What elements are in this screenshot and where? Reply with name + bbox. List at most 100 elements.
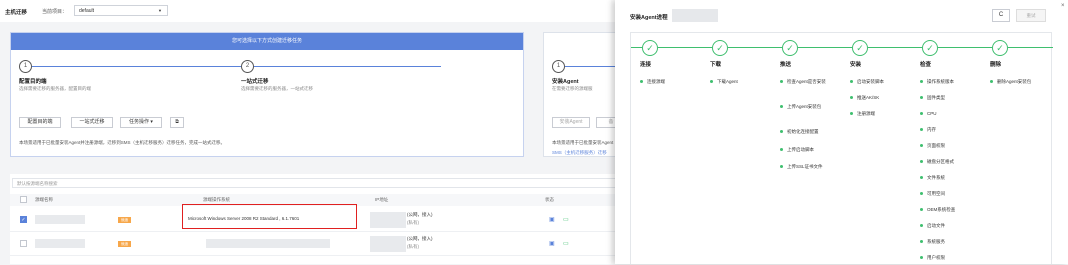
row-checkbox[interactable]: ✓ xyxy=(20,216,27,223)
row-checkbox[interactable] xyxy=(20,240,27,247)
task-ops-button[interactable]: 任务操作 ▾ xyxy=(120,117,162,128)
progress-item: 固件类型 xyxy=(920,93,978,103)
progress-item: CPU xyxy=(920,109,978,119)
ip-address xyxy=(370,236,406,252)
item-label: 用户权限 xyxy=(927,255,945,260)
item-label: 固件类型 xyxy=(927,95,945,100)
item-label: 上传Agent安装包 xyxy=(787,104,822,109)
progress-item: 页面权限 xyxy=(920,141,978,151)
item-label: OEM系统检查 xyxy=(927,207,956,212)
progress-item: OEM系统检查 xyxy=(920,205,978,215)
wizard2-sms-link[interactable]: SMS（主机迁移服务）迁移 xyxy=(552,150,607,156)
progress-item: 连接源端 xyxy=(640,77,698,87)
close-icon[interactable]: × xyxy=(1061,3,1065,9)
migration-wizard-panel: 您可选择以下方式创建迁移任务 1 配置目的端 选择需要迁移的服务器，配置目的端 … xyxy=(10,32,524,157)
project-select[interactable]: default ▼ xyxy=(74,5,168,16)
server-icon[interactable]: ▣ xyxy=(549,240,555,247)
item-label: 上传SSL证书文件 xyxy=(787,164,823,169)
step-line xyxy=(254,66,441,67)
progress-item: 启动文件 xyxy=(920,221,978,231)
ip-type-public: (公网，接入) xyxy=(407,212,433,217)
wizard-banner: 您可选择以下方式创建迁移任务 xyxy=(11,33,523,50)
check-circle-icon: ✓ xyxy=(852,40,868,56)
item-label: 文件系统 xyxy=(927,175,945,180)
progress-line xyxy=(701,47,712,48)
item-label: 连接源端 xyxy=(647,79,665,84)
progress-item: 注册源端 xyxy=(850,109,908,119)
progress-item: 可用空间 xyxy=(920,189,978,199)
monitor-icon[interactable]: ▭ xyxy=(563,240,569,247)
col-ip: IP地址 xyxy=(375,197,389,202)
progress-item: 内存 xyxy=(920,125,978,135)
column-title: 推送 xyxy=(780,62,792,68)
item-label: 检查Agent是否安装 xyxy=(787,79,826,84)
wizard2-desc: 本场景适用于已批量安装Agent xyxy=(552,140,614,145)
step-number: 1 xyxy=(552,60,565,73)
progress-item: 系统服务 xyxy=(920,237,978,247)
item-label: 可用空间 xyxy=(927,191,945,196)
ip-type-public: (公网，接入) xyxy=(407,236,433,241)
progress-line xyxy=(631,47,642,48)
item-label: 启动安装脚本 xyxy=(857,79,884,84)
onestop-migrate-button[interactable]: 一站式迁移 xyxy=(71,117,113,128)
refresh-button[interactable]: C xyxy=(992,9,1010,22)
chevron-down-icon: ▼ xyxy=(158,8,162,13)
wizard-desc: 本场景适用于已批量安装Agent并注册源端，迁移到SMS（主机迁移服务）迁移任务… xyxy=(19,140,226,145)
drawer-title: 安装Agent进程 xyxy=(630,15,668,21)
col-os: 源端操作系统 xyxy=(203,197,230,202)
retry-button[interactable]: 重试 xyxy=(1016,9,1046,22)
step-title: 配置目的端 xyxy=(19,79,47,85)
item-label: 删除Agent安装包 xyxy=(997,79,1032,84)
source-name[interactable] xyxy=(35,239,85,248)
check-circle-icon: ✓ xyxy=(712,40,728,56)
item-label: 注册源端 xyxy=(857,111,875,116)
progress-line xyxy=(658,47,701,48)
item-label: 推送AK/SK xyxy=(857,95,880,100)
step-desc: 选择需要迁移的服务器，一站式迁移 xyxy=(241,86,313,91)
progress-item: 启动安装脚本 xyxy=(850,77,908,87)
status-badge: 就绪 xyxy=(118,241,131,247)
column-title: 连接 xyxy=(640,62,652,68)
ip-address xyxy=(370,212,406,228)
step-title: 一站式迁移 xyxy=(241,79,269,85)
progress-line xyxy=(938,47,981,48)
progress-item: 下载Agent xyxy=(710,77,768,87)
progress-line xyxy=(1008,47,1053,48)
progress-item: 磁盘分区格式 xyxy=(920,157,978,167)
select-all-checkbox[interactable] xyxy=(20,196,27,203)
table-row[interactable]: 就绪 (公网，接入) (私有) ▣ ▭ xyxy=(10,232,622,256)
progress-columns: ✓ 连接 连接源端 ✓ 下载 下载Agent ✓ 推送 检查Agent是否安装 … xyxy=(630,32,1053,265)
export-icon[interactable]: ⧉ xyxy=(170,117,184,128)
config-target-button[interactable]: 配置目的端 xyxy=(19,117,61,128)
ip-type-private: (私有) xyxy=(407,220,419,225)
page-title: 主机迁移 xyxy=(5,10,28,16)
install-agent-drawer: 安装Agent进程 C 重试 ✓ 连接 连接源端 ✓ 下载 下载Agent ✓ … xyxy=(615,0,1068,264)
column-title: 安装 xyxy=(850,62,862,68)
progress-item: 上传SSL证书文件 xyxy=(780,162,838,172)
progress-item: 操作系统版本 xyxy=(920,77,978,87)
search-input[interactable]: 默认按源端名称搜索 xyxy=(12,178,618,188)
server-icon[interactable]: ▣ xyxy=(549,216,555,223)
progress-line xyxy=(868,47,911,48)
item-label: 上传启动脚本 xyxy=(787,147,814,152)
install-agent-button[interactable]: 安装Agent xyxy=(552,117,590,128)
step-line xyxy=(32,66,241,67)
progress-item: 文件系统 xyxy=(920,173,978,183)
progress-item: 上传启动脚本 xyxy=(780,145,838,155)
project-select-value: default xyxy=(79,8,95,14)
source-name[interactable] xyxy=(35,215,85,224)
progress-column-push: ✓ 推送 检查Agent是否安装 上传Agent安装包 初始化连接配置 上传启动… xyxy=(771,33,841,265)
monitor-icon[interactable]: ▭ xyxy=(563,216,569,223)
check-circle-icon: ✓ xyxy=(782,40,798,56)
column-title: 检查 xyxy=(920,62,932,68)
progress-column-check: ✓ 检查 操作系统版本 固件类型 CPU 内存 页面权限 磁盘分区格式 文件系统… xyxy=(911,33,981,265)
item-label: CPU xyxy=(927,111,937,116)
item-label: 初始化连接配置 xyxy=(787,129,819,134)
os-highlight-box xyxy=(182,204,357,229)
progress-item: 上传Agent安装包 xyxy=(780,102,838,112)
progress-column-delete: ✓ 删除 删除Agent安装包 xyxy=(981,33,1053,265)
progress-item: 初始化连接配置 xyxy=(780,127,838,137)
item-label: 下载Agent xyxy=(717,79,738,84)
progress-column-download: ✓ 下载 下载Agent xyxy=(701,33,771,265)
step-number: 2 xyxy=(241,60,254,73)
